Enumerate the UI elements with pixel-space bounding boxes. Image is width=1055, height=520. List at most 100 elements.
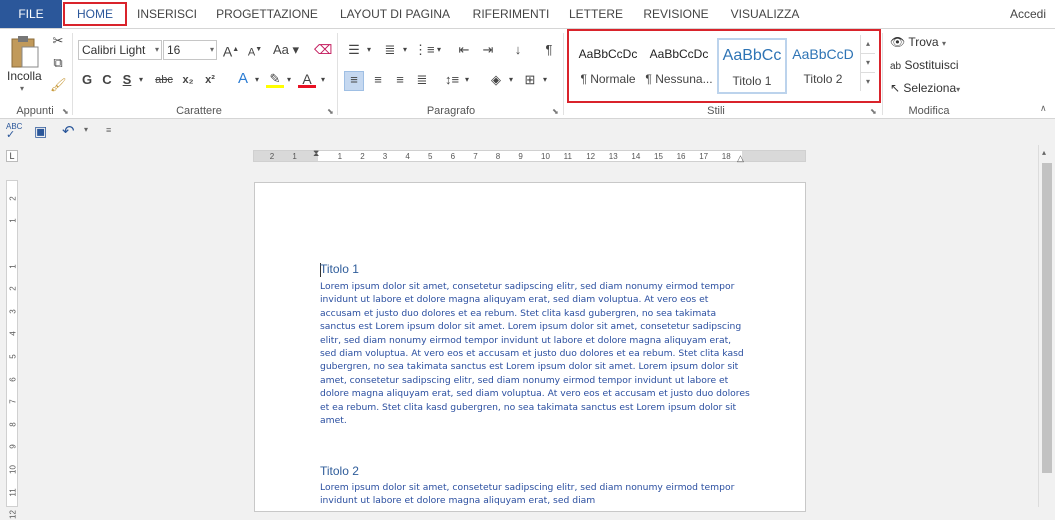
tab-riferimenti[interactable]: RIFERIMENTI xyxy=(466,0,556,28)
vertical-scrollbar[interactable]: ▴ xyxy=(1038,145,1055,507)
styles-highlight xyxy=(567,29,881,103)
paragraph-2[interactable]: Lorem ipsum dolor sit amet, consetetur s… xyxy=(320,481,750,508)
scroll-up-icon[interactable]: ▴ xyxy=(1042,148,1046,157)
ruler-tick-label: 3 xyxy=(382,152,388,161)
ruler-tick-label: 8 xyxy=(8,422,18,427)
ruler-tick-label: 12 xyxy=(8,510,18,520)
subscript-button[interactable]: x₂ xyxy=(180,72,196,88)
shrink-font-icon[interactable]: A▼ xyxy=(246,42,264,61)
cut-icon[interactable]: ✂ xyxy=(50,33,66,49)
highlight-icon[interactable]: ✎ xyxy=(266,71,284,88)
appunti-launcher-icon[interactable]: ⬊ xyxy=(62,107,69,116)
font-size-combo[interactable]: 16 ▾ xyxy=(163,40,217,60)
chevron-down-icon[interactable]: ▾ xyxy=(252,72,262,88)
chevron-down-icon[interactable]: ▾ xyxy=(540,72,550,88)
font-color-icon[interactable]: A xyxy=(298,71,316,88)
paragrafo-launcher-icon[interactable]: ⬊ xyxy=(552,107,559,116)
tab-progettazione[interactable]: PROGETTAZIONE xyxy=(210,0,324,28)
chevron-down-icon[interactable]: ▾ xyxy=(136,72,146,88)
multilevel-list-icon[interactable]: ⋮≡ xyxy=(414,42,435,58)
decrease-indent-icon[interactable]: ⇤ xyxy=(454,42,474,58)
undo-icon[interactable]: ↶ xyxy=(62,122,75,140)
grow-font-icon[interactable]: A▲ xyxy=(222,42,240,60)
horizontal-ruler[interactable]: 2 1 1 2 3 4 5 6 7 8 9 10 11 12 13 14 15 16 17 18 ⧗ △ xyxy=(253,148,806,164)
tab-revisione[interactable]: REVISIONE xyxy=(637,0,715,28)
tab-file[interactable]: FILE xyxy=(0,0,62,28)
clear-format-icon[interactable]: ⌫ xyxy=(314,42,332,58)
change-case-icon[interactable]: Aa ▾ xyxy=(272,42,300,58)
customize-qat-icon[interactable]: ≡ xyxy=(106,125,111,135)
ruler-tick-label: 10 xyxy=(8,465,18,474)
tab-visualizza[interactable]: VISUALIZZA xyxy=(722,0,808,28)
increase-indent-icon[interactable]: ⇥ xyxy=(478,42,498,58)
justify-icon[interactable]: ≣ xyxy=(412,72,432,88)
chevron-down-icon[interactable]: ▾ xyxy=(318,72,328,88)
ruler-tick-label: 2 xyxy=(269,152,275,161)
chevron-down-icon[interactable]: ▾ xyxy=(506,72,516,88)
tab-stop-selector[interactable]: L xyxy=(6,150,18,162)
select-button[interactable]: ↖ Seleziona▾ xyxy=(890,79,960,99)
align-left-icon[interactable]: ≡ xyxy=(344,71,364,91)
bullets-icon[interactable]: ☰ xyxy=(344,42,364,58)
scroll-thumb[interactable] xyxy=(1042,163,1052,473)
tab-inserisci[interactable]: INSERISCI xyxy=(132,0,202,28)
binoculars-icon: 👁 xyxy=(890,35,906,49)
heading-titolo-1[interactable]: Titolo 1 xyxy=(320,262,359,276)
vertical-ruler[interactable]: 2 1 1 2 3 4 5 6 7 8 9 10 11 12 xyxy=(6,180,18,519)
paste-button[interactable] xyxy=(8,33,44,73)
pilcrow-icon[interactable]: ¶ xyxy=(540,42,558,58)
account-link[interactable]: Accedi xyxy=(1010,0,1055,28)
replace-icon: ab xyxy=(890,61,902,72)
carattere-launcher-icon[interactable]: ⬊ xyxy=(327,107,334,116)
tab-lettere[interactable]: LETTERE xyxy=(564,0,628,28)
chevron-down-icon[interactable]: ▾ xyxy=(400,42,410,58)
ruler-tick-label: 1 xyxy=(8,218,18,224)
chevron-down-icon[interactable]: ▾ xyxy=(84,125,88,134)
document-page[interactable]: Titolo 1 Lorem ipsum dolor sit amet, con… xyxy=(254,182,806,512)
group-label-modifica: Modifica xyxy=(908,105,950,117)
right-indent-icon[interactable]: △ xyxy=(737,153,744,164)
ruler-tick-label: 7 xyxy=(473,152,478,161)
stili-launcher-icon[interactable]: ⬊ xyxy=(870,107,877,116)
paragraph-1[interactable]: Lorem ipsum dolor sit amet, consetetur s… xyxy=(320,280,750,427)
replace-button[interactable]: ab Sostituisci xyxy=(890,56,959,76)
ruler-tick-label: 13 xyxy=(608,152,618,161)
copy-icon[interactable]: ⧉ xyxy=(50,55,66,71)
superscript-button[interactable]: x² xyxy=(202,72,218,88)
paste-dropdown-icon[interactable]: ▾ xyxy=(20,84,24,93)
align-right-icon[interactable]: ≡ xyxy=(390,72,410,88)
underline-button[interactable]: S xyxy=(120,72,134,88)
ruler-tick-label: 14 xyxy=(631,152,641,161)
save-icon[interactable]: ▣ xyxy=(34,123,47,140)
sort-icon[interactable]: ↓ xyxy=(508,42,528,58)
spelling-icon[interactable]: ABC ✓ xyxy=(6,123,22,141)
ruler-tick-label: 16 xyxy=(676,152,686,161)
font-size-value: 16 xyxy=(167,43,181,57)
borders-icon[interactable]: ⊞ xyxy=(520,72,540,88)
find-button[interactable]: 👁 Trova ▾ xyxy=(890,33,946,53)
align-center-icon[interactable]: ≡ xyxy=(368,72,388,88)
collapse-ribbon-icon[interactable]: ∧ xyxy=(1040,103,1047,114)
quick-access-toolbar: ABC ✓ ▣ ↶ ▾ ≡ xyxy=(0,119,1055,145)
chevron-down-icon[interactable]: ▾ xyxy=(462,72,472,88)
clipboard-icon xyxy=(11,36,39,68)
text-effects-icon[interactable]: A xyxy=(234,71,252,87)
ruler-tick-label: 6 xyxy=(450,152,456,161)
strikethrough-button[interactable]: abc xyxy=(152,72,176,88)
chevron-down-icon[interactable]: ▾ xyxy=(364,42,374,58)
tab-layout[interactable]: LAYOUT DI PAGINA xyxy=(333,0,457,28)
indent-marker-icon[interactable]: ⧗ xyxy=(313,148,319,159)
chevron-down-icon[interactable]: ▾ xyxy=(434,42,444,58)
ribbon-tab-bar: FILE HOME INSERISCI PROGETTAZIONE LAYOUT… xyxy=(0,0,1055,28)
font-name-combo[interactable]: Calibri Light ▾ xyxy=(78,40,162,60)
heading-titolo-2[interactable]: Titolo 2 xyxy=(320,464,359,478)
chevron-down-icon[interactable]: ▾ xyxy=(284,72,294,88)
ruler-tick-label: 15 xyxy=(654,152,663,161)
ruler-tick-label: 11 xyxy=(563,152,572,161)
numbering-icon[interactable]: ≣ xyxy=(380,42,400,58)
bold-button[interactable]: G xyxy=(80,72,94,88)
italic-button[interactable]: C xyxy=(100,72,114,88)
shading-icon[interactable]: ◈ xyxy=(486,72,506,88)
line-spacing-icon[interactable]: ↕≡ xyxy=(442,72,462,88)
format-painter-icon[interactable]: 🖌 xyxy=(50,77,67,93)
